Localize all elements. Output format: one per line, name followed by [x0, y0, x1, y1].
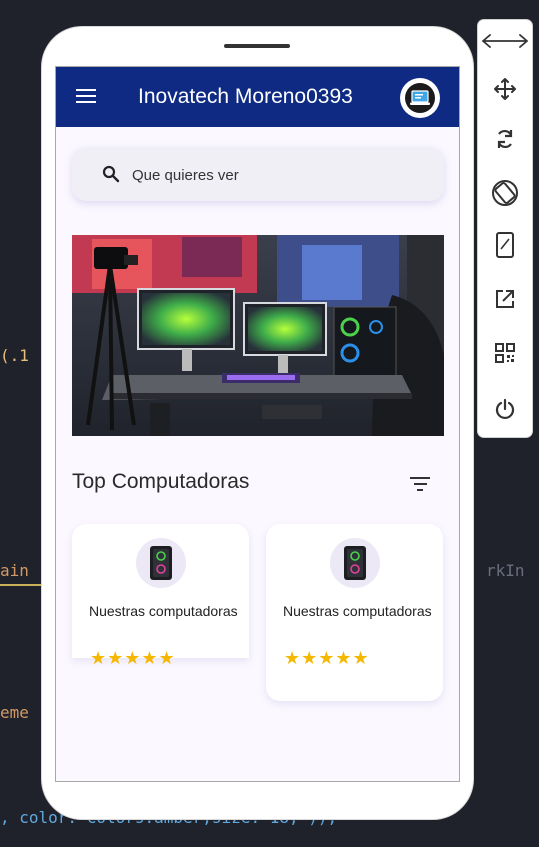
code-line: ain: [0, 561, 29, 580]
search-input[interactable]: [130, 161, 424, 189]
open-external-icon[interactable]: [478, 282, 532, 316]
code-underline: [0, 584, 42, 586]
rotate-icon[interactable]: [478, 122, 532, 156]
section-title: Top Computadoras: [72, 470, 250, 493]
pc-tower-icon: [136, 538, 186, 588]
product-card[interactable]: Nuestras computadoras ★★★★★: [72, 524, 249, 668]
app-title: Inovatech Moreno0393: [138, 85, 353, 108]
phone-speaker: [224, 44, 290, 48]
move-icon[interactable]: [478, 72, 532, 106]
filter-icon[interactable]: [410, 477, 430, 491]
resize-icon[interactable]: [478, 24, 532, 58]
code-line: rkIn: [486, 561, 525, 580]
search-bar[interactable]: [72, 147, 444, 201]
qr-code-icon[interactable]: [478, 336, 532, 370]
rating-stars: ★★★★★: [90, 648, 176, 668]
orientation-icon[interactable]: [478, 176, 532, 210]
rating-stars: ★★★★★: [284, 648, 370, 668]
code-line: (.1: [0, 346, 29, 365]
pc-tower-icon: [330, 538, 380, 588]
code-line: eme: [0, 703, 29, 722]
hero-gaming-setup-image: [72, 235, 444, 436]
emulator-toolbar: [478, 20, 532, 437]
product-card[interactable]: Nuestras computadoras ★★★★★: [266, 524, 443, 701]
power-icon[interactable]: [478, 392, 532, 426]
laptop-avatar-icon[interactable]: [400, 78, 440, 118]
menu-icon[interactable]: [76, 89, 96, 105]
card-title: Nuestras computadoras: [283, 603, 432, 619]
card-title: Nuestras computadoras: [89, 603, 238, 619]
app-bar: Inovatech Moreno0393: [56, 67, 459, 127]
app-screen: Inovatech Moreno0393 Que quieres ver Top…: [55, 66, 460, 782]
device-frame-icon[interactable]: [478, 228, 532, 262]
search-icon: [102, 165, 120, 183]
phone-frame: Inovatech Moreno0393 Que quieres ver Top…: [42, 27, 473, 819]
